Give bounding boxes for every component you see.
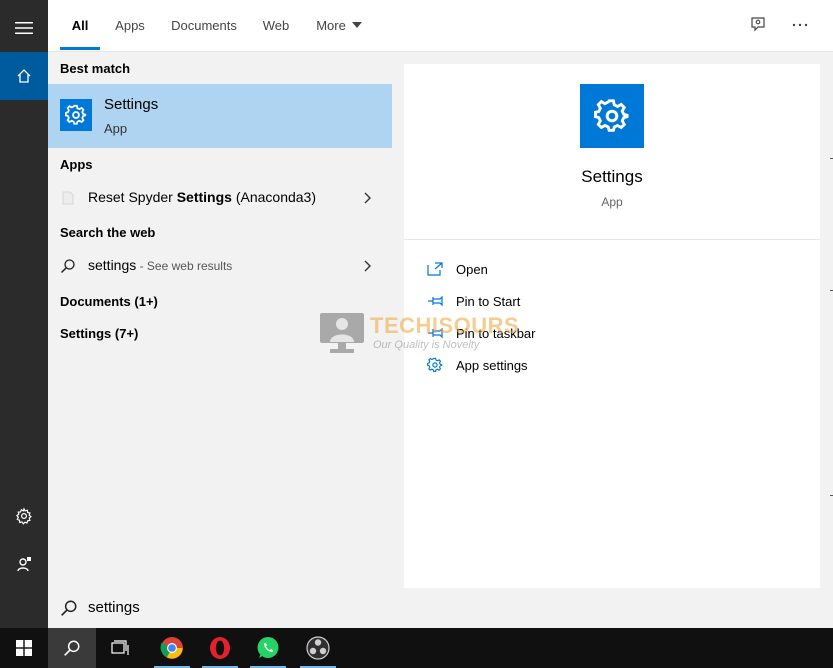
gear-icon [65, 104, 87, 125]
windows-logo-icon [16, 640, 32, 656]
hamburger-menu-button[interactable] [0, 4, 48, 52]
app-file-icon [60, 190, 76, 206]
chevron-down-icon [351, 22, 362, 28]
web-item-hint: - See web results [136, 259, 233, 273]
app-item-label: Reset Spyder Settings (Anaconda3) [88, 189, 316, 205]
taskbar-obs[interactable] [294, 628, 342, 668]
app-item-suffix: (Anaconda3) [231, 189, 317, 205]
feedback-button[interactable] [747, 14, 769, 36]
chevron-right-icon[interactable] [362, 191, 372, 205]
start-left-rail [0, 0, 48, 628]
preview-title: Settings [581, 167, 643, 186]
settings-rail-button[interactable] [0, 492, 48, 540]
opera-icon [210, 637, 230, 659]
preview-subtitle: App [601, 195, 623, 209]
ellipsis-icon [792, 23, 808, 27]
settings-app-tile [60, 99, 92, 131]
search-input[interactable]: settings [88, 599, 140, 616]
watermark-logo: TECHISOURS Our Quality is Novelty [318, 311, 528, 361]
gear-icon [594, 99, 629, 132]
search-icon [60, 599, 78, 617]
tab-more-label: More [316, 18, 346, 33]
tab-web[interactable]: Web [256, 0, 296, 52]
task-view-icon [111, 640, 129, 655]
best-match-heading: Best match [60, 61, 131, 76]
search-scope-tabs: All Apps Documents Web More [48, 0, 833, 52]
action-open[interactable]: Open [426, 258, 726, 282]
gear-icon [15, 507, 32, 525]
documents-group[interactable]: Documents (1+) [60, 294, 158, 309]
settings-group[interactable]: Settings (7+) [60, 326, 138, 341]
app-item-bold: Settings [176, 189, 232, 205]
tab-more[interactable]: More [310, 0, 368, 52]
action-pin-start-label: Pin to Start [456, 294, 521, 309]
search-web-heading: Search the web [60, 225, 156, 240]
chevron-right-icon[interactable] [362, 259, 372, 273]
tab-all[interactable]: All [60, 0, 100, 52]
list-item-web-search[interactable]: settings - See web results [48, 249, 392, 283]
start-button[interactable] [0, 628, 48, 668]
apps-heading: Apps [60, 157, 93, 172]
taskbar-opera[interactable] [196, 628, 244, 668]
search-box[interactable]: settings [48, 588, 833, 628]
home-icon [17, 69, 31, 83]
task-view-button[interactable] [96, 628, 144, 668]
pin-icon [426, 292, 444, 310]
best-match-title: Settings [104, 96, 159, 113]
tab-apps[interactable]: Apps [110, 0, 150, 52]
whatsapp-icon [257, 637, 279, 658]
feedback-icon [751, 17, 765, 32]
best-match-settings[interactable]: Settings App [48, 84, 392, 148]
search-icon [64, 640, 80, 656]
web-item-label: settings - See web results [88, 257, 232, 273]
open-icon [426, 260, 444, 278]
window-edge-marks [830, 158, 833, 496]
person-feedback-icon [17, 557, 31, 572]
web-item-term: settings [88, 257, 137, 273]
more-options-button[interactable] [789, 14, 811, 36]
monitor-person-icon [320, 313, 364, 353]
feedback-rail-button[interactable] [0, 540, 48, 588]
taskbar [0, 628, 833, 668]
action-open-label: Open [456, 262, 488, 277]
watermark-brand: TECHISOURS [370, 313, 520, 338]
best-match-subtitle: App [104, 121, 128, 136]
hamburger-icon [15, 22, 33, 34]
home-button[interactable] [0, 52, 48, 100]
obs-icon [306, 636, 330, 660]
list-item-reset-spyder[interactable]: Reset Spyder Settings (Anaconda3) [48, 181, 392, 215]
app-item-prefix: Reset Spyder [88, 189, 177, 205]
taskbar-whatsapp[interactable] [244, 628, 292, 668]
search-icon [60, 258, 76, 274]
watermark-tagline: Our Quality is Novelty [373, 339, 480, 351]
taskbar-search-button[interactable] [48, 628, 96, 668]
tab-documents[interactable]: Documents [164, 0, 244, 52]
preview-header: Settings App [404, 64, 820, 240]
settings-large-tile [580, 84, 644, 148]
taskbar-chrome[interactable] [148, 628, 196, 668]
chrome-icon [160, 637, 183, 659]
